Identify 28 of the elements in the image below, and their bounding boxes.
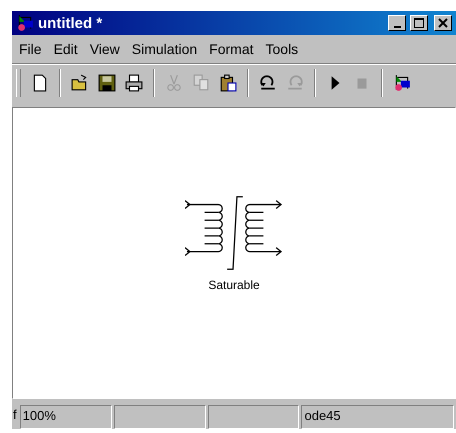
block-label: Saturable bbox=[208, 278, 260, 292]
menu-item[interactable]: Format bbox=[204, 39, 258, 59]
app-icon bbox=[16, 14, 34, 32]
menu-item[interactable]: Edit bbox=[48, 39, 83, 59]
save-icon bbox=[98, 74, 116, 92]
library-icon bbox=[393, 74, 411, 92]
menu-item[interactable]: Simulation bbox=[126, 39, 202, 59]
maximize-button[interactable] bbox=[410, 15, 428, 31]
minimize-icon bbox=[394, 26, 400, 28]
redo-icon bbox=[286, 74, 304, 92]
open-icon bbox=[71, 74, 89, 92]
status-cell: ode45 bbox=[301, 405, 454, 429]
menu-item[interactable]: View bbox=[84, 39, 125, 59]
status-text: f bbox=[12, 406, 18, 424]
menu-item[interactable]: File bbox=[14, 39, 47, 59]
copy-icon bbox=[192, 74, 210, 92]
maximize-icon bbox=[414, 18, 424, 28]
new-icon bbox=[31, 74, 49, 92]
print-icon bbox=[125, 74, 143, 92]
minimize-button[interactable] bbox=[388, 15, 406, 31]
paste-icon bbox=[219, 74, 237, 92]
close-icon bbox=[438, 18, 448, 28]
menu-item[interactable]: Tools bbox=[260, 39, 304, 59]
cut-icon bbox=[165, 74, 183, 92]
close-button[interactable] bbox=[434, 15, 452, 31]
undo-icon bbox=[259, 74, 277, 92]
status-cell: 100% bbox=[20, 405, 112, 429]
window-title: untitled * bbox=[38, 14, 104, 32]
